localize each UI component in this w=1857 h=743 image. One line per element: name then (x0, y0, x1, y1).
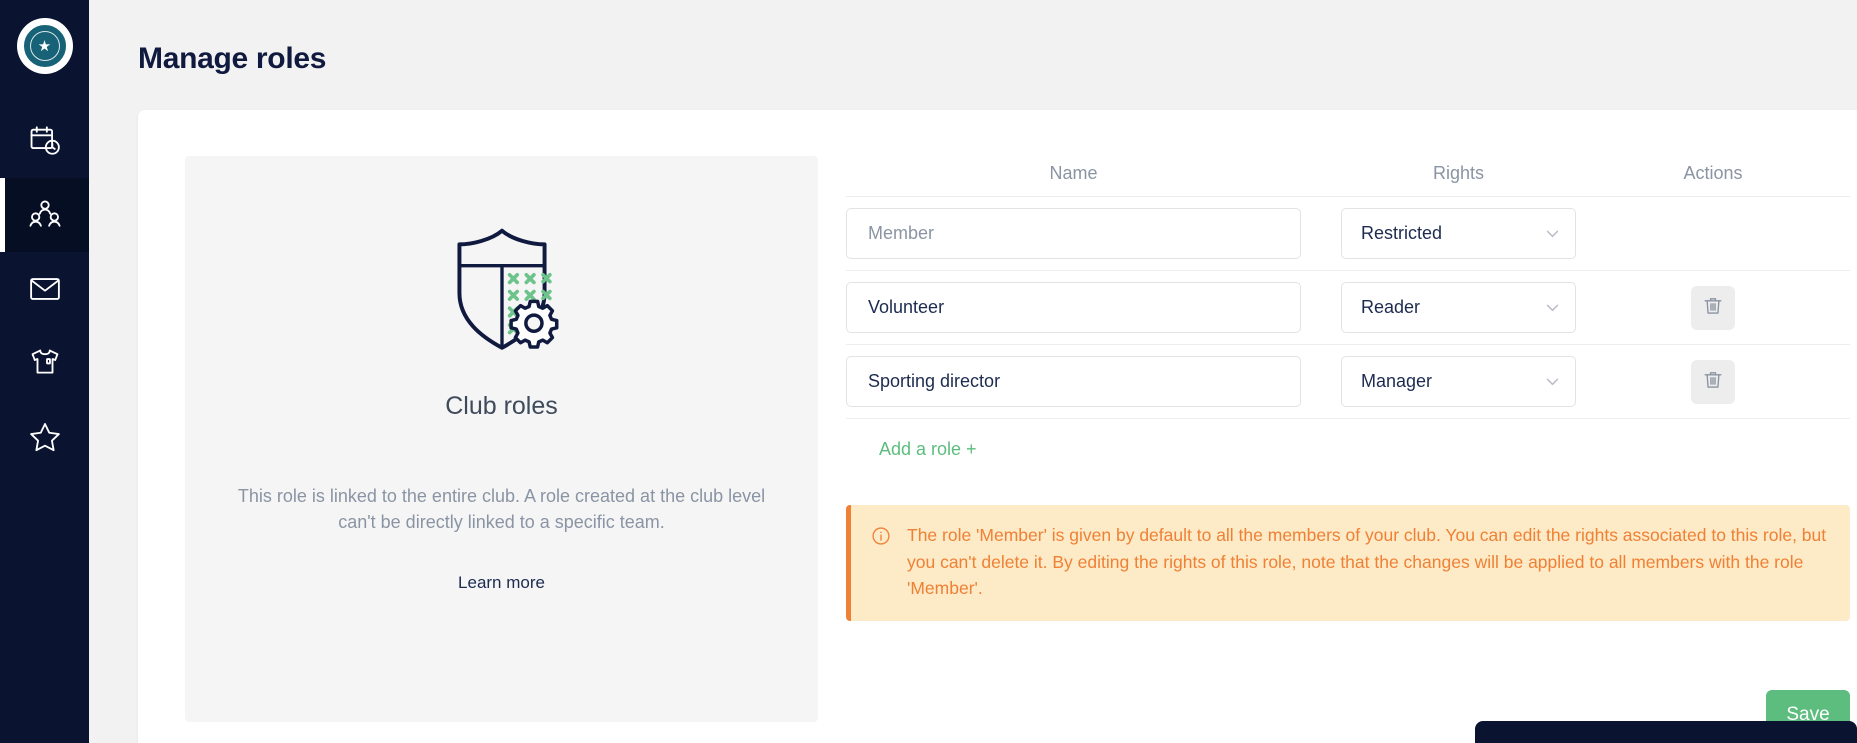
club-roles-title: Club roles (445, 392, 558, 420)
sidebar-item-schedule[interactable] (0, 104, 89, 178)
add-role-row: Add a role + (846, 418, 1850, 480)
roles-card: Club roles This role is linked to the en… (138, 110, 1857, 743)
info-circle-icon (871, 526, 891, 602)
info-banner: The role 'Member' is given by default to… (846, 505, 1850, 621)
star-icon (28, 420, 62, 454)
app-root: ★ Manage roles Club roles This role is l… (0, 0, 1857, 743)
info-banner-text: The role 'Member' is given by default to… (907, 525, 1827, 599)
table-header-row: Name Rights Actions (846, 150, 1850, 196)
delete-role-button[interactable] (1691, 359, 1735, 404)
trash-icon (1702, 295, 1724, 320)
table-row: Reader (846, 270, 1850, 344)
role-rights-value: Reader (1361, 297, 1421, 317)
people-group-icon (28, 198, 62, 232)
add-role-button[interactable]: Add a role + (879, 439, 977, 460)
row-actions (1576, 359, 1850, 404)
club-logo-badge: ★ (21, 23, 68, 69)
calendar-clock-icon (28, 124, 62, 158)
bottom-chat-widget[interactable] (1475, 721, 1857, 743)
chevron-down-icon (1544, 373, 1561, 390)
club-logo[interactable]: ★ (16, 18, 73, 74)
table-row: Manager (846, 344, 1850, 418)
sidebar-item-members[interactable] (0, 178, 89, 252)
delete-role-button[interactable] (1691, 285, 1735, 330)
sidebar-item-messages[interactable] (0, 252, 89, 326)
roles-table-panel: Name Rights Actions Restricted (818, 110, 1857, 743)
sidebar: ★ (0, 0, 89, 743)
sidebar-item-favorites[interactable] (0, 400, 89, 474)
role-rights-select[interactable]: Reader (1341, 282, 1576, 333)
role-rights-select[interactable]: Manager (1341, 356, 1576, 407)
role-rights-select[interactable]: Restricted (1341, 208, 1576, 259)
table-row: Restricted (846, 196, 1850, 270)
role-rights-value: Restricted (1361, 223, 1443, 243)
club-roles-description: This role is linked to the entire club. … (237, 486, 766, 533)
club-logo-star: ★ (37, 37, 52, 55)
sidebar-item-kit[interactable] (0, 326, 89, 400)
role-rights-value: Manager (1361, 371, 1433, 391)
learn-more-link[interactable]: Learn more (458, 573, 545, 593)
club-roles-info-panel: Club roles This role is linked to the en… (185, 156, 818, 722)
row-actions (1576, 285, 1850, 330)
role-name-input[interactable] (846, 208, 1301, 259)
trash-icon (1702, 369, 1724, 394)
tshirt-icon (28, 346, 62, 380)
column-header-actions: Actions (1683, 162, 1743, 183)
shield-gear-icon (426, 214, 578, 366)
role-name-input[interactable] (846, 356, 1301, 407)
page-title: Manage roles (138, 42, 327, 75)
column-header-rights: Rights (1432, 162, 1485, 183)
club-logo-ring: ★ (29, 31, 60, 61)
envelope-icon (28, 272, 62, 306)
main-content: Manage roles Club roles This role is lin… (89, 0, 1857, 743)
chevron-down-icon (1544, 299, 1561, 316)
chevron-down-icon (1544, 225, 1561, 242)
column-header-name: Name (1049, 162, 1098, 183)
role-name-input[interactable] (846, 282, 1301, 333)
